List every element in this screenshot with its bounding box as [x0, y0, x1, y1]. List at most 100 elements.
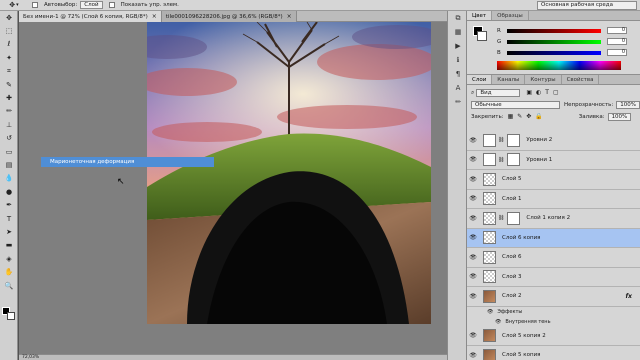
hand-tool-icon[interactable]: ✋ — [0, 265, 18, 278]
eye-icon[interactable]: 👁 — [467, 156, 479, 163]
layer-name[interactable]: Слой 3 — [502, 274, 522, 280]
canvas-workarea[interactable]: Марионеточная деформация ↖ — [19, 22, 447, 354]
paragraph-icon[interactable]: ¶ — [448, 67, 468, 81]
lock-image-icon[interactable]: ✎ — [517, 113, 522, 120]
crop-tool-icon[interactable]: ⌗ — [0, 65, 18, 78]
layer-name[interactable]: Слой 5 копия — [502, 352, 540, 358]
filter-pixel-icon[interactable]: ▣ — [526, 89, 532, 96]
slider-track[interactable] — [507, 50, 601, 55]
fill-field[interactable]: 100% — [607, 112, 632, 121]
opacity-field[interactable]: 100% — [616, 100, 640, 109]
zoom-tool-icon[interactable]: 🔍 — [0, 279, 18, 292]
shape-tool-icon[interactable]: ▬ — [0, 239, 18, 252]
layer-mask-thumbnail[interactable] — [507, 153, 521, 167]
path-selection-tool-icon[interactable]: ➤ — [0, 225, 18, 238]
tab-color[interactable]: Цвет — [467, 11, 493, 20]
brush-tool-icon[interactable]: ✏ — [0, 105, 18, 118]
layer-mask-thumbnail[interactable] — [507, 133, 521, 147]
layer-name[interactable]: Слой 6 — [502, 254, 522, 260]
history-brush-tool-icon[interactable]: ↺ — [0, 132, 18, 145]
layer-thumbnail[interactable] — [483, 133, 496, 147]
layer-name[interactable]: Слой 5 копия 2 — [502, 333, 546, 339]
clone-stamp-tool-icon[interactable]: ⊥ — [0, 118, 18, 131]
layer-name[interactable]: Слой 6 копия — [502, 235, 540, 241]
chain-link-icon[interactable]: ⛓ — [498, 157, 504, 163]
pen-tool-icon[interactable]: ✒ — [0, 198, 18, 211]
layer-thumbnail[interactable] — [483, 192, 496, 206]
zoom-readout[interactable]: 72,03% — [22, 355, 39, 360]
layer-name[interactable]: Уровни 2 — [526, 137, 552, 143]
eye-icon[interactable]: 👁 — [495, 319, 501, 325]
layer-thumbnail[interactable] — [483, 231, 496, 245]
eye-icon[interactable]: 👁 — [467, 195, 479, 202]
slider-track[interactable] — [507, 28, 601, 33]
chain-link-icon[interactable]: ⛓ — [498, 215, 504, 221]
brush-presets-icon[interactable]: ✏ — [448, 95, 468, 109]
eye-icon[interactable]: 👁 — [467, 176, 479, 183]
layer-row[interactable]: 👁 Слой 1 — [467, 190, 640, 209]
blur-tool-icon[interactable]: 💧 — [0, 172, 18, 185]
layer-thumbnail[interactable] — [483, 329, 496, 343]
puppet-warp-menu-item[interactable]: Марионеточная деформация — [41, 157, 214, 167]
filter-type-icon[interactable]: T — [545, 89, 549, 96]
layer-list[interactable]: 👁 ⛓ Уровни 2 👁 ⛓ Уровни 1 👁 Слой 5 👁 Слой 1 👁 ⛓ Слой… — [467, 131, 640, 360]
properties-icon[interactable]: ▦ — [448, 25, 468, 39]
layer-name[interactable]: Уровни 1 — [526, 157, 552, 163]
eye-icon[interactable]: 👁 — [467, 293, 479, 300]
slider-track[interactable] — [507, 39, 601, 44]
eye-icon[interactable]: 👁 — [467, 352, 479, 359]
slider-blue[interactable]: B 0 — [497, 49, 637, 56]
tab-swatches[interactable]: Образцы — [492, 11, 529, 20]
layer-row[interactable]: 👁 Слой 5 — [467, 170, 640, 190]
green-value-field[interactable]: 0 — [607, 38, 627, 45]
slider-red[interactable]: R 0 — [497, 27, 637, 34]
show-controls-checkbox[interactable] — [108, 2, 115, 8]
red-value-field[interactable]: 0 — [607, 27, 627, 34]
layer-row[interactable]: 👁 ⛓ Уровни 2 — [467, 131, 640, 151]
eye-icon[interactable]: 👁 — [467, 234, 479, 241]
lock-transparent-icon[interactable]: ▦ — [508, 113, 514, 120]
autoselect-checkbox[interactable] — [32, 2, 38, 8]
effects-row[interactable]: 👁 Эффекты — [487, 307, 637, 317]
slider-green[interactable]: G 0 — [497, 38, 637, 45]
doc-tab-1[interactable]: Без имени-1 @ 72% (Слой 6 копия, RGB/8*)… — [19, 11, 162, 22]
layer-row[interactable]: 👁 ⛓ Уровни 1 — [467, 151, 640, 170]
tab-paths[interactable]: Контуры — [525, 75, 562, 84]
dodge-tool-icon[interactable]: ● — [0, 185, 18, 198]
lock-all-icon[interactable]: 🔒 — [535, 113, 542, 120]
workspace-dropdown[interactable]: Основная рабочая среда — [537, 1, 637, 10]
eye-icon[interactable]: 👁 — [487, 309, 493, 315]
eye-icon[interactable]: 👁 — [467, 273, 479, 280]
layer-thumbnail[interactable] — [483, 153, 496, 167]
layer-row[interactable]: 👁 Слой 5 копия — [467, 346, 640, 360]
close-icon[interactable]: × — [152, 13, 157, 20]
eyedropper-tool-icon[interactable]: ✎ — [0, 78, 18, 91]
effect-item-row[interactable]: 👁 Внутренняя тень — [495, 317, 640, 327]
tab-layers[interactable]: Слои — [467, 75, 493, 84]
layer-name[interactable]: Слой 1 — [502, 196, 522, 202]
eraser-tool-icon[interactable]: ▭ — [0, 145, 18, 158]
layer-row[interactable]: 👁 ⛓ Слой 1 копия 2 — [467, 209, 640, 229]
layer-effects-badge[interactable]: fx — [626, 293, 632, 300]
move-tool-icon[interactable]: ✥ — [0, 11, 18, 24]
layer-name[interactable]: Слой 2 — [502, 293, 522, 299]
autoselect-dropdown[interactable]: Слой — [80, 1, 103, 9]
color-spectrum[interactable] — [497, 61, 621, 70]
blue-value-field[interactable]: 0 — [607, 49, 627, 56]
filter-adjustment-icon[interactable]: ◐ — [536, 89, 541, 96]
eye-icon[interactable]: 👁 — [467, 254, 479, 261]
blend-mode-dropdown[interactable]: Обычные — [471, 100, 560, 109]
character-icon[interactable]: A — [448, 81, 468, 95]
actions-icon[interactable]: ▶ — [448, 39, 468, 53]
move-tool-preset[interactable]: ✥ ▾ — [2, 1, 26, 10]
eye-icon[interactable]: 👁 — [467, 137, 479, 144]
layer-mask-thumbnail[interactable] — [507, 211, 521, 225]
doc-tab-2[interactable]: tile0001096228206.jpg @ 36,6% (RGB/8*) × — [161, 11, 297, 22]
close-icon[interactable]: × — [287, 13, 292, 20]
layer-thumbnail[interactable] — [483, 270, 496, 284]
filter-shape-icon[interactable]: ▢ — [553, 89, 559, 96]
lock-position-icon[interactable]: ✥ — [526, 113, 531, 120]
layer-row[interactable]: 👁 Слой 3 — [467, 268, 640, 287]
eye-icon[interactable]: 👁 — [467, 215, 479, 222]
layer-row[interactable]: 👁 Слой 6 — [467, 248, 640, 268]
